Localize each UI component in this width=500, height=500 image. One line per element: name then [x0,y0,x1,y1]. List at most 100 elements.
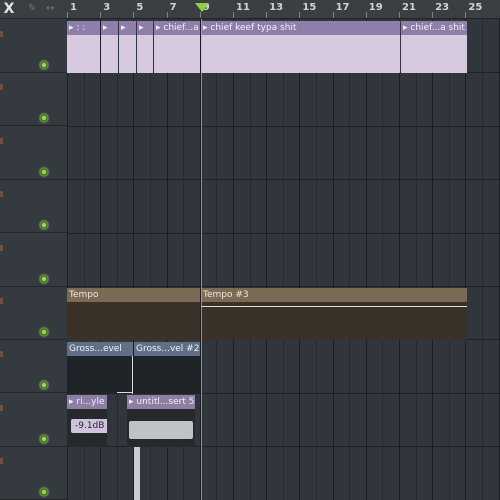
grid-line [249,19,251,500]
track-mute-led-icon[interactable] [40,488,48,497]
automation-clip[interactable]: Gross...vel #2 [134,342,200,394]
ruler-bar-number: 21 [402,2,416,13]
ruler-tick [199,12,201,18]
ruler-tick [133,12,135,18]
clip-label: Tempo #3 [201,288,467,302]
playhead-marker-icon[interactable] [195,3,209,12]
ruler-bar-number: 25 [468,2,483,13]
track-header[interactable] [0,339,67,394]
ruler-bar-number: 23 [435,2,450,13]
track-mute-led-icon[interactable] [40,434,48,443]
automation-clip[interactable]: Gross...evel [67,342,133,394]
track-marker [0,351,3,358]
waveform [201,35,400,73]
clip-label: ▸ [119,21,136,35]
clip-label: ▸ chief keef typa shit [201,21,400,35]
grid-line [332,19,334,500]
ruler-tick [365,12,367,18]
clip-label: ▸ untitl...sert 5 [127,395,195,409]
track-marker [0,84,3,91]
audio-clip[interactable]: ▸ chief...a shit [401,21,467,73]
track-mute-led-icon[interactable] [40,328,48,336]
track-mute-led-icon[interactable] [40,114,48,123]
ruler-tick [465,12,467,18]
grid-line [316,19,317,500]
audio-clip[interactable]: ▸ ri...yle -9.1dB [67,395,107,447]
track-mute-led-icon[interactable] [40,221,48,230]
audio-clip[interactable]: ▸ [119,21,136,73]
ruler-bar-number: 3 [103,2,111,13]
grid-line [482,19,483,500]
waveform [119,35,136,73]
clip-label: ▸ ri...yle [67,395,107,409]
track-header[interactable] [0,233,67,287]
grid-line [216,19,218,500]
track-marker [0,244,3,251]
grid-line [465,19,467,500]
ruler-bar-number: 5 [136,2,144,13]
automation-line [132,356,133,394]
track-marker [0,458,3,465]
audio-clip[interactable] [134,447,140,500]
ruler-bar-number: 15 [302,2,317,13]
track-header[interactable] [0,286,67,340]
audio-clip[interactable]: ▸ untitl...sert 5 [127,395,195,447]
audio-clip[interactable]: ▸ chief keef typa shit [201,21,400,73]
clip-label: ▸ [101,21,118,35]
track-header[interactable] [0,393,67,447]
automation-clip[interactable]: Tempo [67,288,200,340]
track-header[interactable] [0,126,67,180]
track-header[interactable] [0,446,67,500]
grid-line [448,19,450,500]
grid-line [349,19,351,500]
waveform [154,35,200,73]
track-mute-led-icon[interactable] [40,381,48,390]
clip-label: Gross...vel #2 [134,342,200,356]
automation-line [117,392,133,393]
automation-curve [67,356,133,394]
playhead-line [201,19,202,500]
automation-curve [67,302,200,340]
track-headers [0,19,67,500]
automation-clip[interactable]: Tempo #3 [201,288,467,340]
grid-line [116,19,118,500]
track-header[interactable] [0,19,67,73]
ruler-tick [67,12,68,18]
ruler-tick [233,12,234,18]
audio-clip[interactable]: ▸ [101,21,118,73]
grid-line [382,19,384,500]
audio-clip[interactable]: ▸ : : [67,21,100,73]
track-marker [0,137,3,144]
arrows-icon[interactable]: ↔ [46,0,54,18]
track-mute-led-icon[interactable] [40,61,48,69]
audio-clip[interactable]: ▸ [137,21,153,73]
ruler-bar-number: 7 [169,2,177,13]
ruler-tick [166,12,168,18]
playlist-grid[interactable]: ▸ : : ▸ ▸ ▸ ▸ chief...a shit ▸ chief kee… [67,19,500,500]
track-marker [0,404,3,411]
ruler-tick [332,12,334,18]
track-header[interactable] [0,72,67,127]
clip-label: ▸ chief...a shit [154,21,200,35]
ruler-bar-number: 13 [269,2,284,13]
track-mute-led-icon[interactable] [40,167,48,176]
grid-line [233,19,234,500]
close-icon[interactable]: X [0,0,18,18]
waveform [137,35,153,73]
timeline-ruler[interactable]: X ✎ ↔ 1 3 5 7 9 11 13 15 17 19 21 23 25 [0,0,500,19]
ruler-tick [432,12,434,18]
ruler-bar-number: 1 [70,2,77,13]
ruler-bar-number: 19 [368,2,383,13]
track-mute-led-icon[interactable] [40,274,48,283]
track-marker [0,191,3,198]
track-header[interactable] [0,179,67,234]
clip-label: Gross...evel [67,342,133,356]
audio-clip[interactable]: ▸ chief...a shit [154,21,200,73]
track-marker [0,31,3,37]
automation-line [201,306,467,307]
pencil-icon[interactable]: ✎ [28,0,36,18]
ruler-tick [399,12,400,18]
automation-curve [134,356,200,394]
ruler-bar-number: 17 [335,2,350,13]
clip-label: ▸ chief...a shit [401,21,467,35]
